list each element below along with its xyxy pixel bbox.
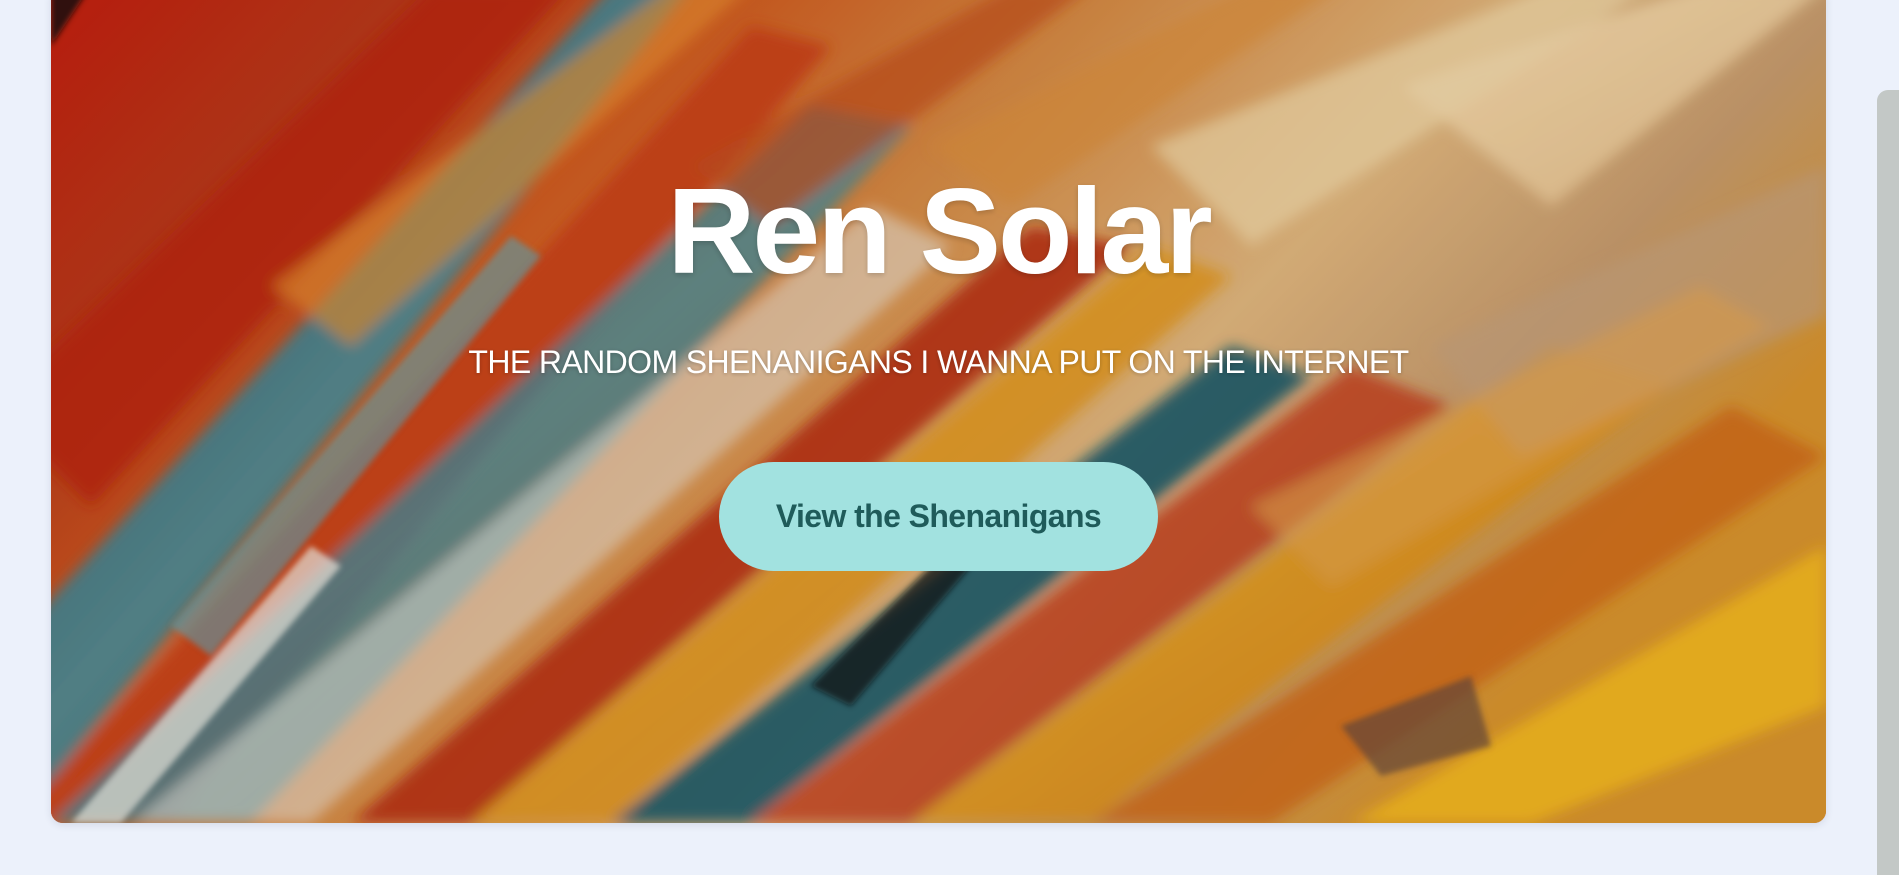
view-shenanigans-button[interactable]: View the Shenanigans <box>719 462 1158 571</box>
page: Ren Solar THE RANDOM SHENANIGANS I WANNA… <box>0 0 1899 875</box>
scrollbar-thumb[interactable] <box>1877 90 1899 875</box>
hero-content: Ren Solar THE RANDOM SHENANIGANS I WANNA… <box>51 0 1826 823</box>
hero-subtitle: THE RANDOM SHENANIGANS I WANNA PUT ON TH… <box>468 344 1409 380</box>
hero-banner: Ren Solar THE RANDOM SHENANIGANS I WANNA… <box>51 0 1826 823</box>
hero-title: Ren Solar <box>667 163 1213 299</box>
